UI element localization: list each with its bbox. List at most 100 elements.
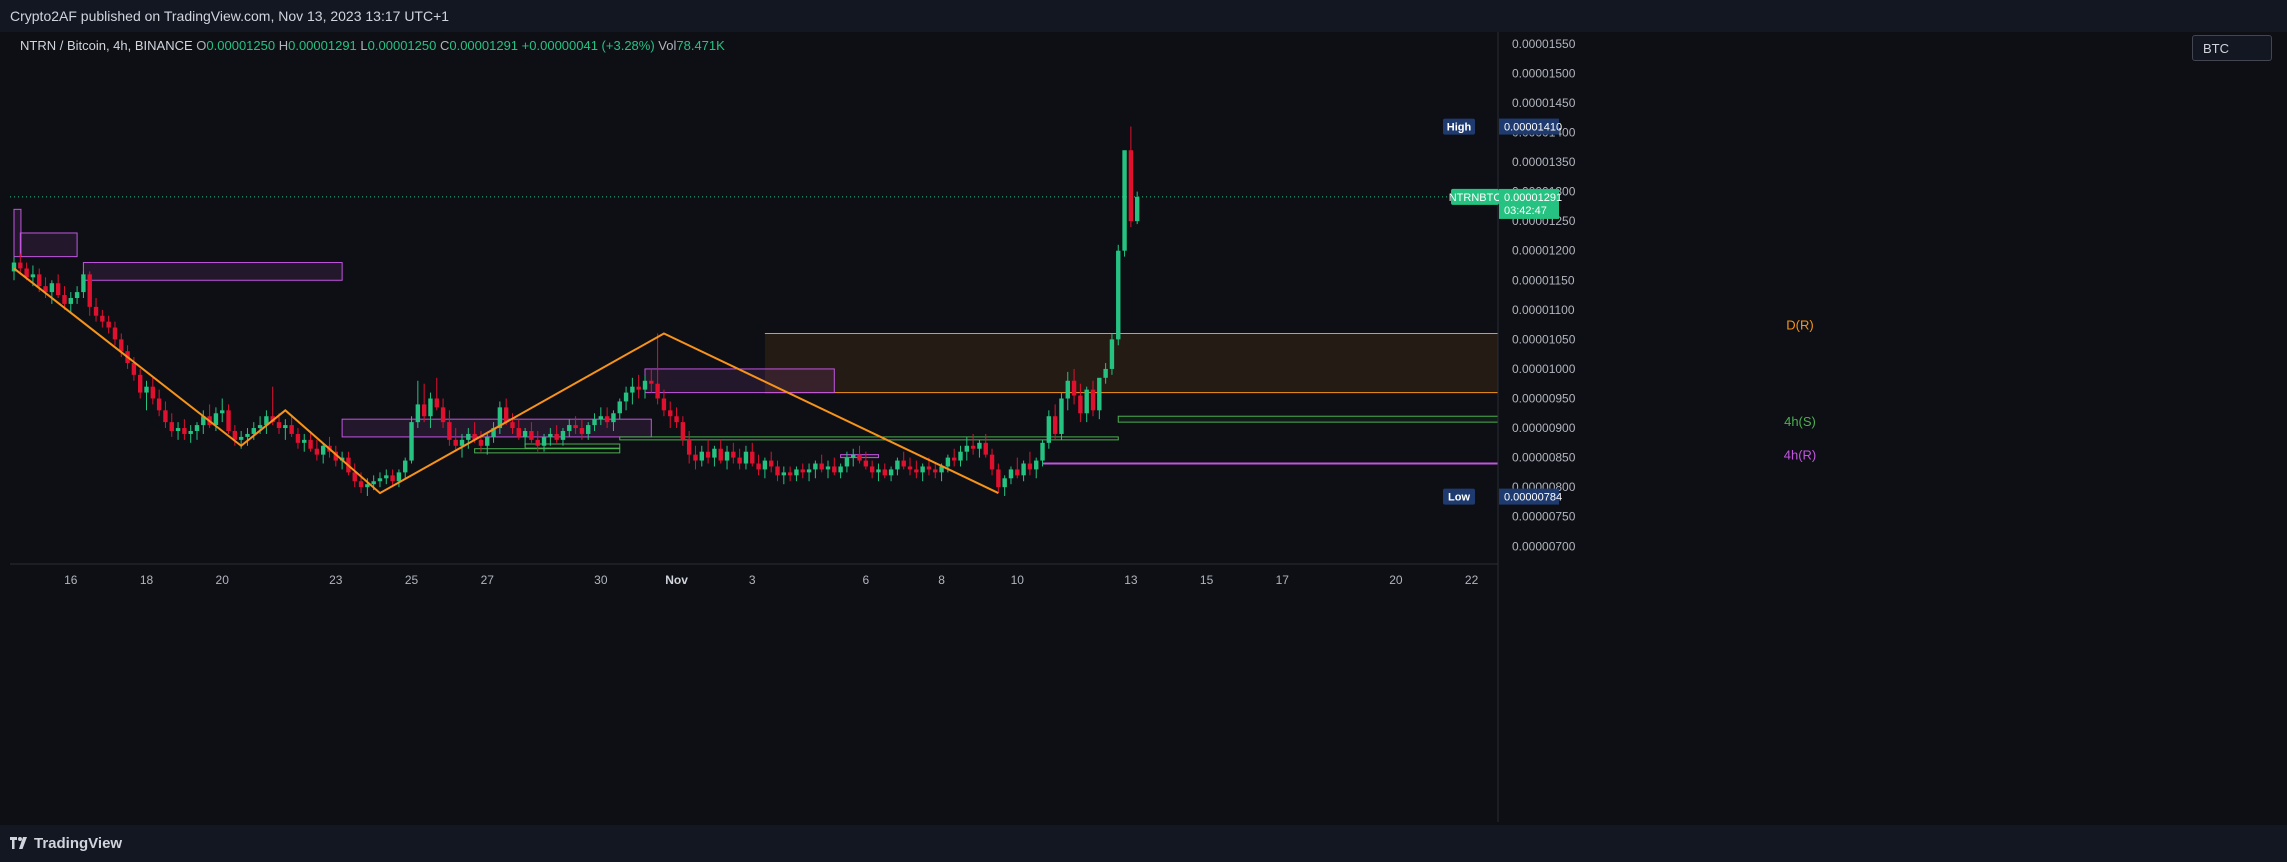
candle-body xyxy=(686,439,692,455)
candle-body xyxy=(188,431,193,434)
candle-body xyxy=(1134,196,1140,222)
currency-selector[interactable]: BTC xyxy=(2192,35,2272,61)
candle-body xyxy=(308,439,313,449)
open-value: 0.00001250 xyxy=(206,38,276,53)
candle-body xyxy=(642,380,648,390)
close-label: C xyxy=(439,38,450,53)
candle-body xyxy=(970,445,976,449)
candle-body xyxy=(579,428,585,434)
time-tick-label: Nov xyxy=(665,573,688,587)
candle-body xyxy=(800,469,805,473)
candle-body xyxy=(794,469,799,476)
candle-body xyxy=(731,451,736,458)
candle-body xyxy=(535,439,540,446)
candle-body xyxy=(699,451,704,461)
candle-body xyxy=(81,274,86,293)
time-tick-label: 6 xyxy=(863,573,870,587)
footer-bar: TradingView xyxy=(0,825,2287,862)
candle-body xyxy=(863,460,869,467)
candle-body xyxy=(1008,469,1014,479)
candle-body xyxy=(213,413,219,426)
symbol-name[interactable]: NTRN / Bitcoin, 4h, BINANCE xyxy=(20,38,193,53)
price-tick-label: 0.00001550 xyxy=(1512,37,1576,51)
low-value: 0.00001250 xyxy=(367,38,437,53)
price-tick-label: 0.00000700 xyxy=(1512,539,1576,553)
h4-support-label: 4h(S) xyxy=(1784,414,1816,429)
candle-body xyxy=(996,469,1001,488)
candle-body xyxy=(869,466,875,473)
candle-body xyxy=(238,436,244,440)
candle-body xyxy=(226,410,231,431)
h4-resistance-label: 4h(R) xyxy=(1784,448,1817,463)
candle-body xyxy=(131,363,137,375)
candle-body xyxy=(434,398,439,408)
chart-area[interactable]: D(R) 4h(S) 4h(R) 0.00000700 0.00000750 0.000… xyxy=(10,32,2287,822)
candle-body xyxy=(396,472,402,482)
price-chart[interactable]: D(R) 4h(S) 4h(R) 0.00000700 0.00000750 0.000… xyxy=(10,32,2287,822)
time-tick-label: 18 xyxy=(140,573,154,587)
time-tick-label: 30 xyxy=(594,573,608,587)
price-tick-label: 0.00001350 xyxy=(1512,155,1576,169)
low-label: Low xyxy=(1448,492,1470,504)
candle-body xyxy=(485,436,490,446)
candle-body xyxy=(573,425,578,429)
candle-body xyxy=(655,383,660,399)
candle-body xyxy=(371,481,376,485)
time-tick-label: 20 xyxy=(216,573,230,587)
candle-body xyxy=(503,407,509,423)
candle-body xyxy=(1021,463,1026,476)
candle-body xyxy=(510,422,515,429)
candle-body xyxy=(636,386,641,390)
candle-body xyxy=(945,457,951,467)
candle-body xyxy=(958,451,963,461)
publish-info: Crypto2AF published on TradingView.com, … xyxy=(10,8,450,24)
candle-body xyxy=(415,404,421,423)
candle-body xyxy=(1097,377,1102,411)
candle-body xyxy=(907,466,913,470)
candle-body xyxy=(586,425,591,434)
price-tick-label: 0.00000950 xyxy=(1512,391,1576,405)
high-value: 0.00001291 xyxy=(288,38,357,53)
candle-body xyxy=(983,442,988,455)
last-symbol: NTRNBTC xyxy=(1449,192,1502,204)
candle-body xyxy=(163,410,168,423)
candle-body xyxy=(750,451,755,464)
candle-body xyxy=(68,298,73,304)
candle-body xyxy=(1090,389,1096,411)
candle-body xyxy=(933,469,938,473)
ob-3-zone xyxy=(82,262,343,281)
candle-body xyxy=(756,463,761,470)
h4-support-zone xyxy=(1117,415,1499,423)
candle-body xyxy=(169,422,174,431)
candle-body xyxy=(1078,395,1083,414)
candle-body xyxy=(617,401,622,414)
candle-body xyxy=(989,454,995,470)
candle-body xyxy=(384,475,389,479)
candle-body xyxy=(478,439,484,446)
candle-body xyxy=(403,460,408,473)
high-value: 0.00001410 xyxy=(1504,122,1562,134)
candle-body xyxy=(1071,380,1077,396)
candle-body xyxy=(220,410,225,414)
candle-body xyxy=(857,454,862,461)
candle-body xyxy=(781,472,787,476)
candle-body xyxy=(175,428,181,431)
price-tick-label: 0.00001050 xyxy=(1512,332,1576,346)
close-value: 0.00001291 xyxy=(449,38,519,53)
candle-body xyxy=(554,433,559,440)
candle-body xyxy=(283,425,288,429)
candle-body xyxy=(516,428,521,437)
tradingview-brand[interactable]: TradingView xyxy=(34,835,122,852)
candle-body xyxy=(440,407,446,423)
candle-body xyxy=(106,321,111,328)
candle-body xyxy=(623,392,629,402)
candle-body xyxy=(819,463,824,470)
candle-body xyxy=(1015,469,1020,476)
high-label: High xyxy=(1447,122,1472,134)
candle-body xyxy=(712,448,717,458)
candle-body xyxy=(93,306,99,316)
last-price-value: 0.00001291 xyxy=(1504,192,1562,204)
candle-body xyxy=(1040,442,1045,461)
publish-bar: Crypto2AF published on TradingView.com, … xyxy=(0,0,2287,32)
candle-body xyxy=(737,457,742,464)
